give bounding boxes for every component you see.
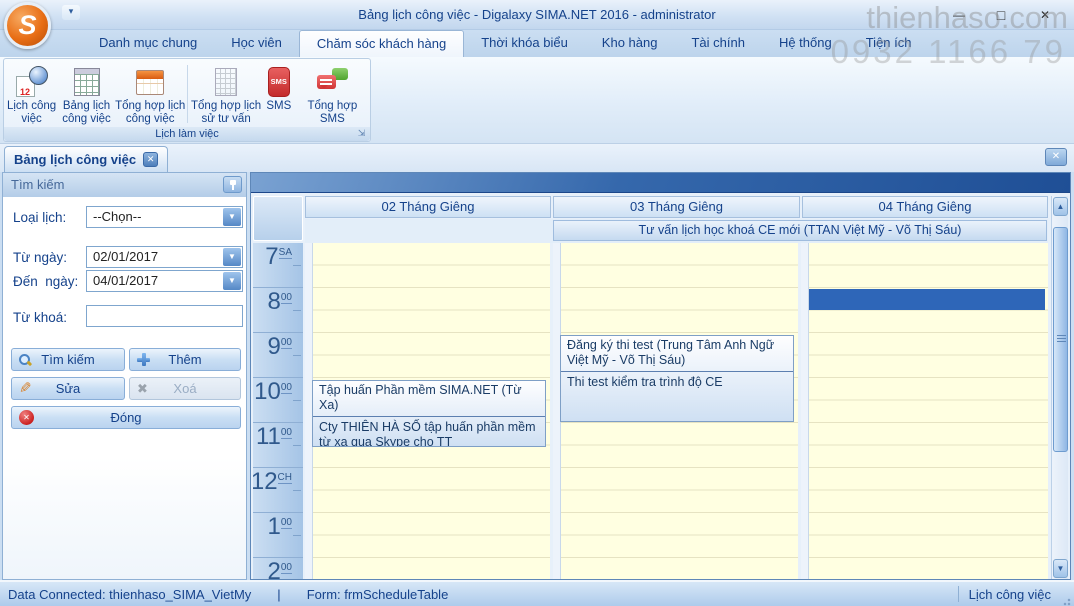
plus-icon [137, 353, 150, 366]
close-button[interactable] [1030, 6, 1060, 24]
status-divider [958, 586, 959, 603]
dong-button[interactable]: Đóng [11, 406, 241, 429]
chevron-down-icon[interactable] [223, 248, 241, 266]
sua-button[interactable]: Sửa [11, 377, 125, 400]
minimize-button[interactable] [944, 6, 974, 24]
document-tab[interactable]: Bảng lịch công việc [4, 146, 168, 172]
x-icon [137, 381, 148, 397]
time-ruler: 7SA 800 900 1000 1100 12CH 100 200 [253, 243, 303, 579]
tab-thoi-khoa-bieu[interactable]: Thời khóa biểu [464, 30, 585, 57]
tab-tien-ich[interactable]: Tiện ích [849, 30, 929, 57]
day-header-02[interactable]: 02 Tháng Giêng [305, 196, 551, 218]
maximize-button[interactable] [986, 6, 1016, 24]
them-button[interactable]: Thêm [129, 348, 241, 371]
lich-cong-viec-button[interactable]: 12 Lịch công việc [5, 61, 58, 127]
time-label: 12CH [253, 468, 303, 513]
vertical-scrollbar[interactable] [1051, 196, 1068, 579]
tab-cham-soc-khach-hang[interactable]: Chăm sóc khách hàng [299, 30, 464, 57]
tab-hoc-vien[interactable]: Học viên [214, 30, 299, 57]
tu-khoa-label: Từ khoá: [13, 310, 67, 325]
tong-hop-lich-su-tu-van-button[interactable]: Tổng hợp lịch sử tư vấn [190, 61, 261, 127]
tu-khoa-input[interactable] [86, 305, 243, 327]
time-label: 1100 [253, 423, 303, 468]
pin-icon [230, 180, 236, 185]
xoa-button: Xoá [129, 377, 241, 400]
connection-status: Data Connected: thienhaso_SIMA_VietMy [8, 587, 251, 602]
den-ngay-date-picker[interactable]: 04/01/2017 [86, 270, 243, 292]
scrollbar-thumb[interactable] [1053, 227, 1068, 452]
allday-row: Tư vấn lịch học khoá CE mới (TTAN Việt M… [305, 219, 1048, 243]
dialog-launcher-icon[interactable] [356, 128, 367, 139]
bang-lich-cong-viec-button[interactable]: Bảng lịch công việc [58, 61, 115, 127]
tab-kho-hang[interactable]: Kho hàng [585, 30, 675, 57]
time-label: 1000 [253, 378, 303, 423]
pencil-icon [19, 382, 32, 395]
report-table-icon [215, 68, 237, 96]
event-tap-huan[interactable]: Tập huấn Phần mềm SIMA.NET (Từ Xa) Cty T… [312, 380, 546, 447]
chevron-down-icon[interactable] [223, 272, 241, 290]
day-header-03[interactable]: 03 Tháng Giêng [553, 196, 800, 218]
pin-button[interactable] [223, 176, 242, 193]
close-circle-icon [19, 410, 34, 425]
tabstrip-close-button[interactable] [1045, 148, 1067, 166]
resize-grip-icon[interactable] [1061, 596, 1071, 606]
scrollbar-grip-icon [1057, 335, 1066, 344]
time-label: 7SA [253, 243, 303, 288]
selected-time-slot[interactable] [809, 289, 1045, 310]
time-label: 900 [253, 333, 303, 378]
ribbon-group-lich-lam-viec: 12 Lịch công việc Bảng lịch công việc Tổ… [3, 58, 371, 142]
tong-hop-lich-cong-viec-button[interactable]: Tổng hợp lịch công việc [115, 61, 186, 127]
tim-kiem-button[interactable]: Tìm kiếm [11, 348, 125, 371]
loai-lich-label: Loại lịch: [13, 210, 66, 225]
calendar-clock-icon: 12 [16, 66, 48, 98]
day-columns: Tập huấn Phần mềm SIMA.NET (Từ Xa) Cty T… [305, 243, 1048, 579]
status-separator: | [277, 587, 280, 602]
scroll-down-icon[interactable] [1053, 559, 1068, 578]
tu-ngay-label: Từ ngày: [13, 250, 67, 265]
ribbon: 12 Lịch công việc Bảng lịch công việc Tổ… [0, 57, 1074, 144]
time-label: 200 [253, 558, 303, 579]
app-window: Bảng lịch công việc - Digalaxy SIMA.NET … [0, 0, 1074, 606]
calendar-orange-icon [136, 70, 164, 95]
calendar-caption-bar [251, 173, 1070, 193]
tab-close-icon[interactable] [143, 152, 158, 167]
form-name: Form: frmScheduleTable [307, 587, 449, 602]
sms-phone-icon: SMS [268, 67, 290, 97]
event-dang-ky-thi-test[interactable]: Đăng ký thi test (Trung Tâm Anh Ngữ Việt… [560, 335, 794, 422]
chevron-down-icon[interactable] [223, 208, 241, 226]
time-label: 800 [253, 288, 303, 333]
status-bar: Data Connected: thienhaso_SIMA_VietMy | … [0, 580, 1074, 606]
allday-event[interactable]: Tư vấn lịch học khoá CE mới (TTAN Việt M… [553, 220, 1047, 241]
tab-tai-chinh[interactable]: Tài chính [674, 30, 761, 57]
status-panel-label: Lịch công việc [969, 587, 1061, 602]
document-tab-strip: Bảng lịch công việc [0, 144, 1074, 172]
tab-danh-muc-chung[interactable]: Danh mục chung [82, 30, 214, 57]
calendar-corner-cell [253, 196, 303, 241]
window-title: Bảng lịch công việc - Digalaxy SIMA.NET … [358, 7, 715, 22]
search-icon [19, 354, 31, 366]
ribbon-separator [187, 65, 188, 123]
day-column-03[interactable]: Đăng ký thi test (Trung Tâm Anh Ngữ Việt… [553, 243, 798, 579]
day-header-04[interactable]: 04 Tháng Giêng [802, 196, 1048, 218]
search-panel-header: Tìm kiếm [3, 173, 246, 197]
scroll-up-icon[interactable] [1053, 197, 1068, 216]
tong-hop-sms-button[interactable]: Tổng hợp SMS [296, 61, 369, 127]
app-logo-icon[interactable]: S [4, 2, 51, 49]
day-column-02[interactable]: Tập huấn Phần mềm SIMA.NET (Từ Xa) Cty T… [305, 243, 550, 579]
sms-button[interactable]: SMS SMS [262, 61, 296, 127]
ribbon-tab-row: Danh mục chung Học viên Chăm sóc khách h… [0, 30, 1074, 57]
time-label: 100 [253, 513, 303, 558]
day-column-04[interactable] [801, 243, 1048, 579]
tab-he-thong[interactable]: Hệ thống [762, 30, 849, 57]
quick-access-dropdown-icon[interactable] [62, 5, 80, 20]
tu-ngay-date-picker[interactable]: 02/01/2017 [86, 246, 243, 268]
ribbon-group-label: Lịch làm việc [4, 127, 370, 141]
sms-bubbles-icon [316, 67, 348, 97]
search-panel: Tìm kiếm Loại lịch: --Chọn-- Từ ngày: 02… [2, 172, 247, 580]
schedule-calendar: 02 Tháng Giêng 03 Tháng Giêng 04 Tháng G… [250, 172, 1071, 580]
title-bar: Bảng lịch công việc - Digalaxy SIMA.NET … [0, 0, 1074, 30]
calendar-table-icon [74, 68, 100, 96]
den-ngay-label: Đến ngày: [13, 274, 78, 289]
loai-lich-combo[interactable]: --Chọn-- [86, 206, 243, 228]
